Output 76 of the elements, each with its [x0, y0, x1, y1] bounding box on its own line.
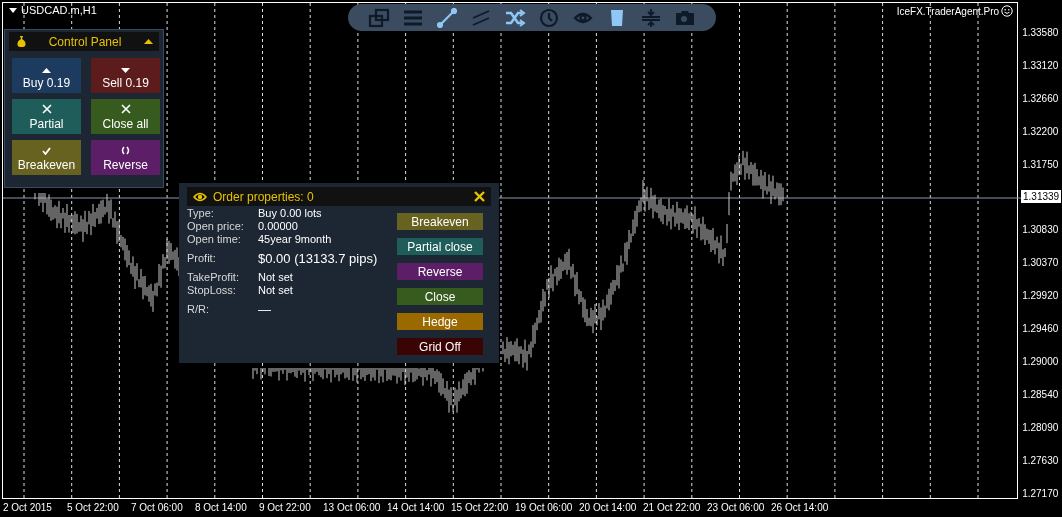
field-value: Not set	[258, 271, 293, 284]
expert-name: IceFX.TraderAgent.Pro	[896, 5, 1000, 17]
close-icon	[120, 104, 131, 114]
order-button[interactable]: Grid Off	[397, 338, 483, 355]
panel-title: Order properties: 0	[213, 189, 315, 204]
time-label: 19 Oct 06:00	[515, 501, 574, 515]
field-value: Buy 0.00 lots	[258, 207, 322, 220]
field-label: R/R:	[187, 302, 210, 317]
field-value: Not set	[258, 284, 293, 297]
time-label: 7 Oct 06:00	[131, 501, 184, 515]
time-label: 21 Oct 22:00	[643, 501, 702, 515]
panel-button[interactable]: Partial	[12, 99, 81, 134]
eye-icon	[193, 191, 207, 202]
clock-tool-icon[interactable]	[538, 7, 560, 28]
time-label: 15 Oct 22:00	[451, 501, 510, 515]
price-label: 1.31750	[1022, 157, 1060, 171]
field-label: Profit:	[187, 251, 217, 266]
field-value: $0.00 (13133.7 pips)	[258, 250, 378, 268]
time-label: 23 Oct 06:00	[707, 501, 766, 515]
panel-button[interactable]: Close all	[91, 99, 160, 134]
check-icon	[42, 147, 51, 155]
panel-button[interactable]: Sell 0.19	[91, 58, 160, 93]
order-button[interactable]: Close	[397, 288, 483, 305]
symbol-label: USDCAD.m,H1	[21, 4, 97, 16]
panel-button[interactable]: Reverse	[91, 140, 160, 175]
shuffle-tool-icon[interactable]	[504, 7, 526, 28]
price-label: 1.28090	[1022, 420, 1060, 434]
channel-tool-icon[interactable]	[470, 7, 492, 28]
time-label: 9 Oct 22:00	[259, 501, 312, 515]
panel-button[interactable]: Buy 0.19	[12, 58, 81, 93]
reverse-icon	[121, 146, 130, 155]
price-label: 1.29000	[1022, 355, 1060, 368]
price-label: 1.33120	[1022, 58, 1060, 72]
price-label: 1.30370	[1022, 256, 1060, 270]
smiley-icon	[1001, 5, 1014, 17]
trendline-tool-icon[interactable]	[436, 7, 458, 28]
price-label: 1.32200	[1022, 124, 1060, 138]
field-label: Open price:	[187, 220, 245, 233]
order-button[interactable]: Reverse	[397, 263, 483, 280]
field-value: 0.00000	[258, 220, 298, 233]
price-label: 1.27630	[1022, 453, 1060, 467]
order-button[interactable]: Breakeven	[397, 213, 483, 230]
up-arrow-icon	[42, 68, 51, 73]
price-label: 1.32660	[1022, 91, 1060, 105]
order-button[interactable]: Hedge	[397, 313, 483, 330]
field-value: 45year 9month	[258, 233, 332, 246]
dropdown-icon[interactable]	[9, 7, 17, 13]
price-label: 1.30830	[1022, 223, 1060, 237]
current-price-label: 1.31339	[1021, 190, 1062, 203]
money-bag-icon	[17, 36, 26, 47]
time-label: 26 Oct 14:00	[771, 501, 830, 515]
time-label: 20 Oct 14:00	[579, 501, 638, 515]
price-label: 1.29460	[1022, 322, 1060, 336]
price-label: 1.28540	[1022, 387, 1060, 401]
field-label: Type:	[187, 207, 215, 220]
panel-title: Control Panel	[47, 34, 123, 49]
time-label: 5 Oct 22:00	[67, 501, 120, 515]
windows-tool-icon[interactable]	[368, 7, 390, 28]
price-label: 1.27170	[1022, 486, 1060, 500]
close-icon	[41, 104, 52, 114]
time-label: 14 Oct 14:00	[387, 501, 446, 515]
collapse-icon[interactable]	[144, 39, 153, 44]
order-button[interactable]: Partial close	[397, 238, 483, 255]
price-label: 1.29920	[1022, 289, 1060, 303]
split-tool-icon[interactable]	[640, 7, 662, 28]
time-label: 2 Oct 2015	[3, 501, 53, 515]
price-label: 1.33580	[1022, 26, 1060, 39]
close-icon[interactable]	[474, 191, 485, 202]
time-label: 13 Oct 06:00	[323, 501, 382, 515]
field-label: Open time:	[187, 233, 242, 246]
panel-button[interactable]: Breakeven	[12, 140, 81, 175]
field-label: TakeProfit:	[187, 271, 240, 284]
field-value: —	[258, 301, 271, 319]
field-label: StopLoss:	[187, 284, 237, 297]
down-arrow-icon	[121, 68, 130, 73]
time-label: 8 Oct 14:00	[195, 501, 248, 515]
